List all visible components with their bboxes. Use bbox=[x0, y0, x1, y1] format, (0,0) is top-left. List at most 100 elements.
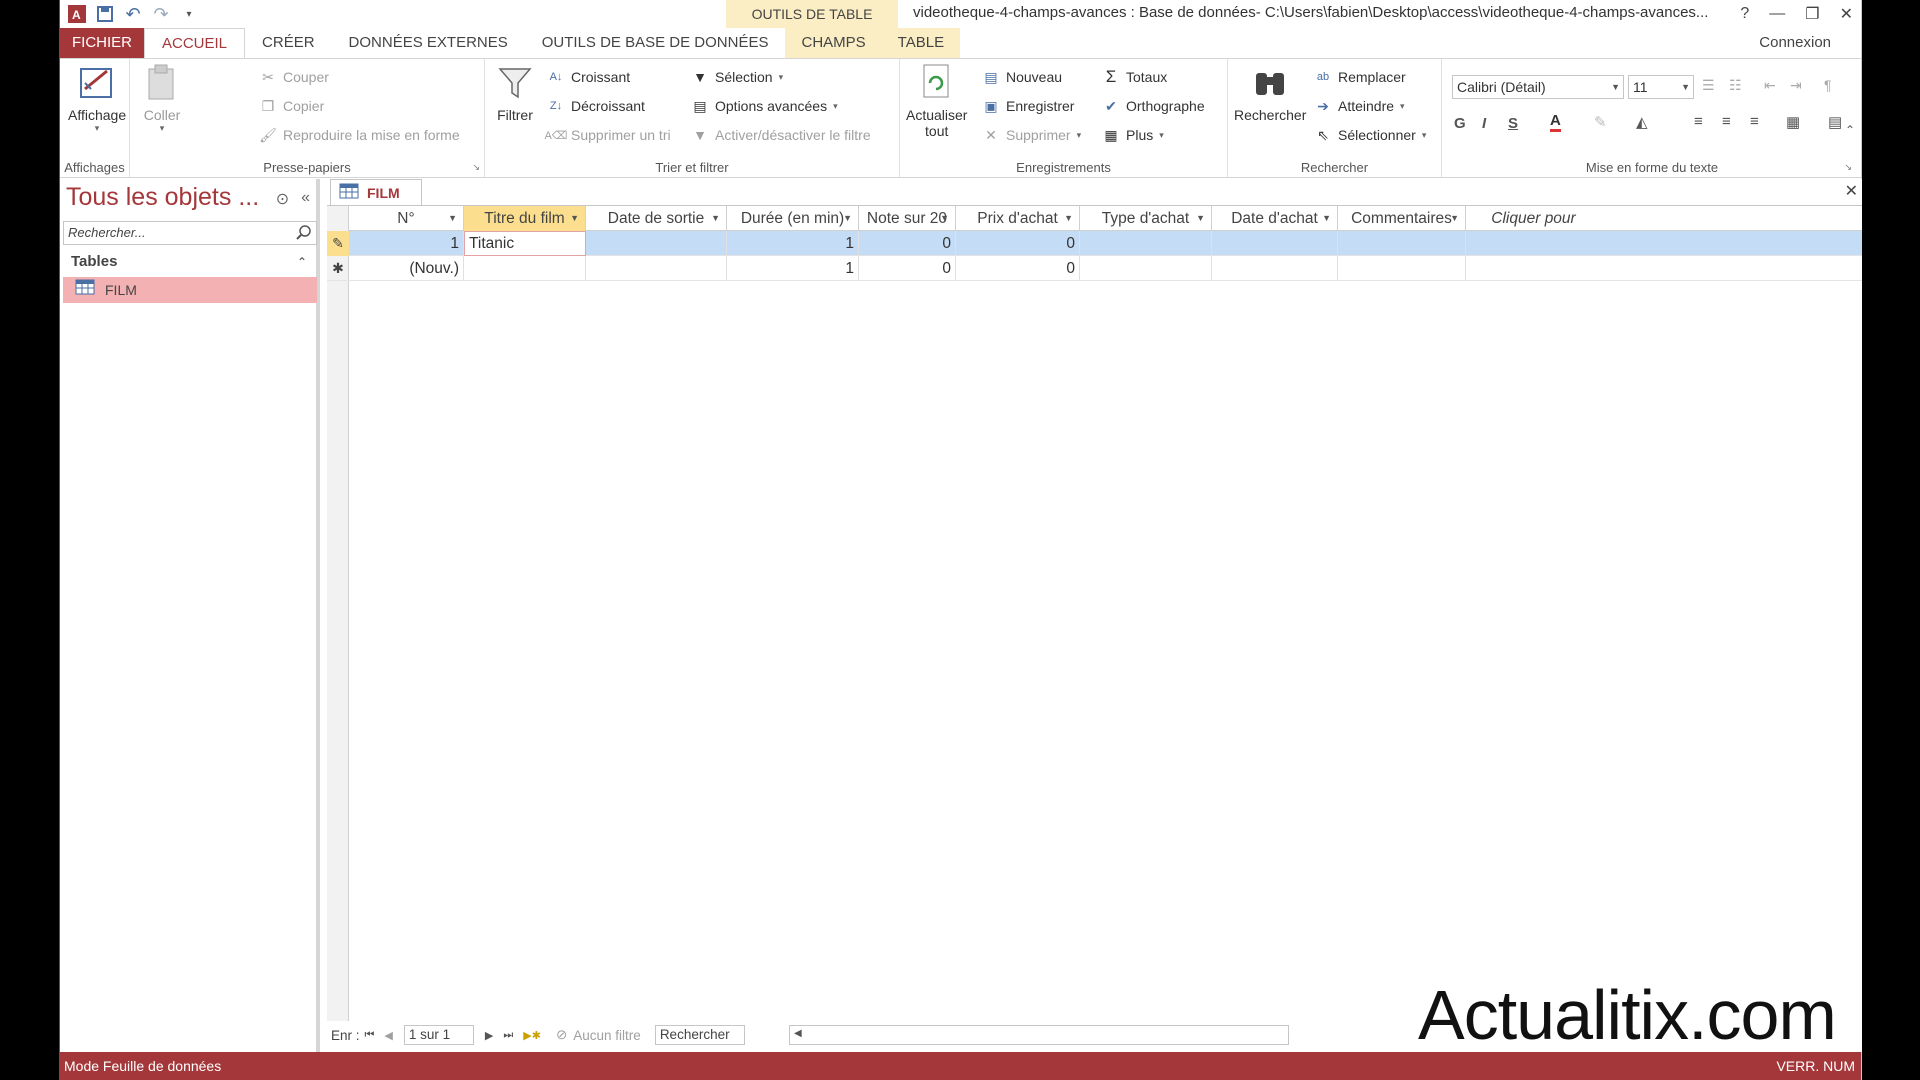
record-search-input[interactable]: Rechercher bbox=[654, 1025, 745, 1045]
totals-button[interactable]: Σ Totaux bbox=[1102, 65, 1168, 89]
cell-release-date[interactable] bbox=[586, 256, 727, 281]
first-record-icon[interactable]: ⏮ bbox=[365, 1029, 375, 1042]
numbering-icon[interactable]: ☷ bbox=[1729, 77, 1742, 94]
sort-ascending-button[interactable]: A↓ Croissant bbox=[547, 65, 631, 89]
new-record-star-icon[interactable]: ✱ bbox=[327, 256, 349, 281]
cell-purchase-date[interactable] bbox=[1212, 256, 1338, 281]
bold-button[interactable]: G bbox=[1454, 115, 1466, 132]
copy-button[interactable]: ❐ Copier bbox=[259, 94, 325, 118]
cell-price[interactable]: 0 bbox=[956, 231, 1080, 256]
next-record-icon[interactable]: ▶ bbox=[485, 1029, 493, 1042]
collapse-nav-icon[interactable]: « bbox=[301, 189, 310, 209]
row-color-icon[interactable]: ▤ bbox=[1828, 113, 1842, 131]
gridlines-icon[interactable]: ▦ bbox=[1786, 113, 1800, 131]
selection-button[interactable]: ▼ Sélection ▾ bbox=[691, 65, 783, 89]
advanced-options-button[interactable]: ▤ Options avancées ▾ bbox=[691, 94, 837, 118]
italic-button[interactable]: I bbox=[1482, 115, 1486, 132]
column-header-id[interactable]: N° ▼ bbox=[349, 206, 464, 231]
goto-button[interactable]: ➔ Atteindre ▾ bbox=[1314, 94, 1404, 118]
fill-color-icon[interactable]: ◭ bbox=[1636, 113, 1648, 131]
cell-purchase-type[interactable] bbox=[1080, 256, 1212, 281]
new-record-button[interactable]: ▤ Nouveau bbox=[982, 65, 1062, 89]
nav-pane-title[interactable]: Tous les objets ... bbox=[66, 183, 259, 212]
font-name-select[interactable]: Calibri (Détail) ▼ bbox=[1452, 75, 1624, 99]
tab-home[interactable]: ACCUEIL bbox=[144, 28, 246, 58]
signin-link[interactable]: Connexion bbox=[1759, 28, 1831, 58]
font-color-icon[interactable]: A bbox=[1550, 113, 1561, 132]
restore-button[interactable]: ❐ bbox=[1805, 4, 1819, 24]
collapse-ribbon-icon[interactable]: ⌃ bbox=[1845, 123, 1855, 137]
nav-search-input[interactable]: Rechercher... bbox=[63, 221, 317, 245]
align-center-icon[interactable]: ≡ bbox=[1722, 113, 1731, 130]
align-left-icon[interactable]: ≡ bbox=[1694, 113, 1703, 130]
cell-title[interactable] bbox=[464, 256, 586, 281]
tab-table[interactable]: TABLE bbox=[881, 28, 961, 58]
bullets-icon[interactable]: ☰ bbox=[1702, 77, 1715, 94]
horizontal-scrollbar[interactable]: ◀ bbox=[789, 1025, 1289, 1045]
nav-item-film[interactable]: FILM bbox=[63, 277, 317, 303]
cell-duration[interactable]: 1 bbox=[727, 231, 859, 256]
document-tab-film[interactable]: FILM bbox=[330, 179, 422, 205]
column-header-purchase-date[interactable]: Date d'achat ▼ bbox=[1212, 206, 1338, 231]
highlight-icon[interactable]: ✎ bbox=[1594, 113, 1607, 131]
pencil-icon[interactable]: ✎ bbox=[327, 231, 349, 256]
underline-button[interactable]: S bbox=[1508, 115, 1518, 132]
nav-menu-icon[interactable]: ⊙ bbox=[276, 189, 289, 209]
paste-button[interactable]: Coller ▾ bbox=[142, 63, 182, 134]
scroll-left-icon[interactable]: ◀ bbox=[794, 1028, 802, 1039]
cell-id[interactable]: 1 bbox=[349, 231, 464, 256]
indent-increase-icon[interactable]: ⇥ bbox=[1790, 77, 1802, 94]
cell-purchase-type[interactable] bbox=[1080, 231, 1212, 256]
close-document-icon[interactable]: ✕ bbox=[1845, 181, 1858, 201]
dialog-launcher-icon[interactable]: ↘ bbox=[1844, 162, 1852, 173]
column-header-add-field[interactable]: Cliquer pour ajouter bbox=[1466, 206, 1601, 252]
select-all-corner[interactable] bbox=[327, 206, 349, 231]
save-icon[interactable] bbox=[94, 3, 116, 25]
indent-decrease-icon[interactable]: ⇤ bbox=[1764, 77, 1776, 94]
chevron-down-icon[interactable]: ▼ bbox=[940, 206, 949, 231]
customize-qat-icon[interactable]: ▾ bbox=[178, 3, 200, 25]
table-row[interactable]: ✎ 1 Titanic 1 0 0 bbox=[327, 231, 1862, 256]
format-painter-button[interactable]: 🖌 Reproduire la mise en forme bbox=[259, 123, 460, 147]
previous-record-icon[interactable]: ◀ bbox=[384, 1029, 392, 1042]
tab-create[interactable]: CRÉER bbox=[245, 28, 332, 58]
paragraph-direction-icon[interactable]: ¶ bbox=[1824, 77, 1832, 93]
toggle-filter-button[interactable]: ▼ Activer/désactiver le filtre bbox=[691, 123, 871, 147]
filter-button[interactable]: Filtrer bbox=[495, 63, 535, 123]
find-button[interactable]: Rechercher bbox=[1234, 63, 1306, 123]
chevron-down-icon[interactable]: ▼ bbox=[448, 206, 457, 231]
help-button[interactable]: ? bbox=[1740, 5, 1749, 23]
nav-section-tables[interactable]: Tables ⌃ bbox=[63, 249, 317, 275]
tab-fields[interactable]: CHAMPS bbox=[785, 28, 882, 58]
tab-database-tools[interactable]: OUTILS DE BASE DE DONNÉES bbox=[525, 28, 786, 58]
tab-external-data[interactable]: DONNÉES EXTERNES bbox=[332, 28, 525, 58]
cell-duration[interactable]: 1 bbox=[727, 256, 859, 281]
cell-rating[interactable]: 0 bbox=[859, 256, 956, 281]
redo-icon[interactable]: ↷ bbox=[150, 3, 172, 25]
undo-icon[interactable]: ↶ bbox=[122, 3, 144, 25]
remove-sort-button[interactable]: A⌫ Supprimer un tri bbox=[545, 123, 671, 147]
select-button[interactable]: ⇖ Sélectionner ▾ bbox=[1314, 123, 1426, 147]
save-record-button[interactable]: ▣ Enregistrer bbox=[982, 94, 1074, 118]
spelling-button[interactable]: ✔ Orthographe bbox=[1102, 94, 1204, 118]
tab-file[interactable]: FICHIER bbox=[60, 28, 144, 58]
chevron-down-icon[interactable]: ▼ bbox=[843, 206, 852, 231]
cell-price[interactable]: 0 bbox=[956, 256, 1080, 281]
new-record-nav-icon[interactable]: ▶✱ bbox=[523, 1029, 541, 1042]
chevron-down-icon[interactable]: ▼ bbox=[1450, 206, 1459, 231]
column-header-rating[interactable]: Note sur 20 ▼ bbox=[859, 206, 956, 231]
more-button[interactable]: ▦ Plus ▾ bbox=[1102, 123, 1163, 147]
column-header-duration[interactable]: Durée (en min) ▼ bbox=[727, 206, 859, 231]
cell-rating[interactable]: 0 bbox=[859, 231, 956, 256]
dialog-launcher-icon[interactable]: ↘ bbox=[472, 162, 480, 173]
cell-title-editing[interactable]: Titanic bbox=[464, 231, 586, 256]
search-icon[interactable] bbox=[296, 224, 312, 243]
cell-comments[interactable] bbox=[1338, 231, 1466, 256]
refresh-all-button[interactable]: Actualiser tout bbox=[906, 63, 967, 139]
column-header-purchase-type[interactable]: Type d'achat ▼ bbox=[1080, 206, 1212, 231]
last-record-icon[interactable]: ⏭ bbox=[503, 1029, 513, 1042]
column-header-price[interactable]: Prix d'achat ▼ bbox=[956, 206, 1080, 231]
close-button[interactable]: ✕ bbox=[1840, 4, 1853, 24]
chevron-down-icon[interactable]: ▼ bbox=[711, 206, 720, 231]
record-position-input[interactable]: 1 sur 1 bbox=[403, 1025, 474, 1045]
